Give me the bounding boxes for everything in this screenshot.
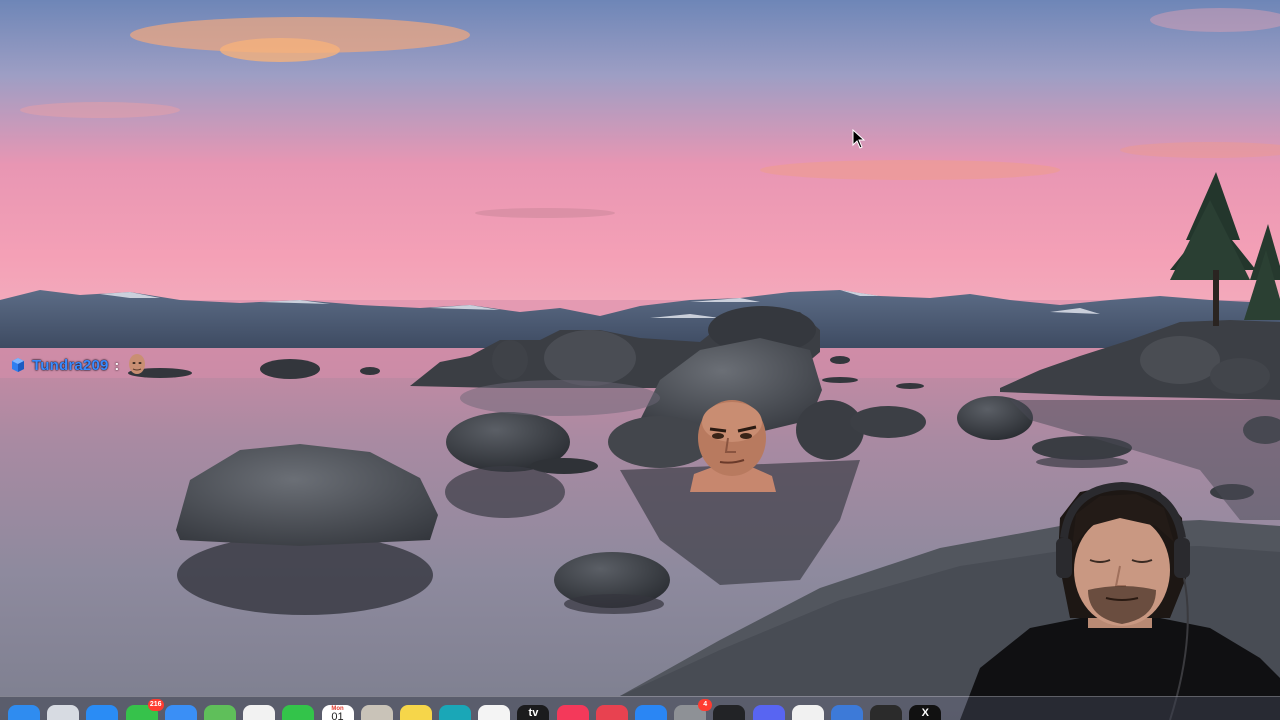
dock-item-apple-tv[interactable]: tv	[517, 705, 550, 720]
dock-item-notes[interactable]	[399, 705, 432, 720]
dock-item-mail[interactable]	[164, 705, 197, 720]
webcam-feed	[960, 478, 1280, 720]
dock-item-music[interactable]	[556, 705, 589, 720]
dock-item-chrome[interactable]	[791, 705, 824, 720]
dock-item-discord[interactable]	[752, 705, 785, 720]
notification-badge: 216	[147, 699, 164, 711]
face-emote-icon	[129, 354, 146, 374]
chat-separator: :	[114, 357, 120, 373]
dock-item-facetime[interactable]	[282, 705, 315, 720]
dock-item-chatgpt[interactable]	[713, 705, 746, 720]
dock-item-reminders[interactable]	[478, 705, 511, 720]
chat-username[interactable]: Tundra209	[32, 357, 109, 374]
dock-item-photos[interactable]	[243, 705, 276, 720]
dock-item-system-settings[interactable]: 4	[674, 699, 713, 720]
dock-item-safari[interactable]	[86, 705, 119, 720]
dock-item-finder[interactable]	[8, 705, 40, 720]
desktop: Tundra209 : 216 Mon 01 tv 4 X	[0, 0, 1280, 720]
face-sticker-icon	[690, 400, 776, 492]
dock-item-app-store[interactable]	[635, 705, 667, 720]
dock-item-maps[interactable]	[203, 705, 236, 720]
dock-item-freeform[interactable]	[439, 705, 472, 720]
cube-icon	[12, 358, 24, 372]
dock-item-news[interactable]	[595, 705, 628, 720]
dock-item-contacts[interactable]	[360, 705, 393, 720]
dock-item-x[interactable]: X	[909, 705, 942, 720]
chat-message: Tundra209 :	[10, 353, 149, 377]
calendar-day: 01	[331, 711, 344, 720]
dock-item-messages[interactable]: 216	[125, 699, 164, 720]
notification-badge: 4	[698, 699, 713, 711]
dock-item-preview[interactable]	[830, 705, 863, 720]
dock-item-launchpad[interactable]	[47, 705, 80, 720]
x-icon: X	[921, 707, 929, 719]
dock-item-final-cut[interactable]	[870, 705, 903, 720]
dock: 216 Mon 01 tv 4 X	[0, 696, 1280, 720]
mouse-cursor-icon	[852, 129, 866, 149]
apple-tv-icon: tv	[528, 707, 539, 719]
dock-item-calendar[interactable]: Mon 01	[321, 705, 354, 720]
